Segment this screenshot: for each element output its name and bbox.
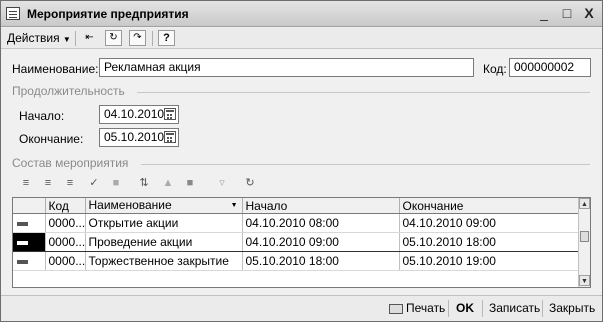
code-label: Код: [483,62,507,76]
refresh-icon[interactable]: ↻ [105,30,122,46]
printer-icon [389,303,403,314]
chevron-down-icon: ▼ [62,35,71,44]
start-date-field[interactable]: 04.10.2010 [99,105,179,124]
print-button-label: Печать [406,301,446,315]
cell-name[interactable]: Торжественное закрытие [85,251,243,271]
column-header-start[interactable]: Начало [242,198,400,214]
column-header-end[interactable]: Окончание [399,198,580,214]
cell-code[interactable]: 0000... [45,251,86,271]
code-field[interactable]: 000000002 [509,58,591,77]
composition-group-title: Состав мероприятия [12,156,129,170]
start-date-value: 04.10.2010 [104,107,165,121]
row-item-icon [17,240,28,245]
row-marker [13,213,46,233]
window-title: Мероприятие предприятия [27,7,189,21]
delete-row-icon[interactable]: ■ [108,176,124,190]
clear-filter-icon[interactable]: ▿ [214,176,230,190]
button-separator [482,300,483,317]
go-to-icon[interactable]: ↷ [129,30,146,46]
close-form-button[interactable]: Закрыть [549,301,595,315]
refresh-list-icon[interactable]: ↻ [242,176,258,190]
cell-code[interactable]: 0000... [45,213,86,233]
table-row[interactable]: 0000... Торжественное закрытие 05.10.201… [13,251,580,271]
events-table: Код Наименование ▼ Начало Окончание 0000… [12,197,591,288]
toolbar: Действия ▼ ⇤ ↻ ↷ ? [1,28,602,49]
cell-start[interactable]: 04.10.2010 09:00 [242,232,400,252]
ok-button[interactable]: OK [456,301,474,315]
scroll-up-icon[interactable]: ▲ [579,198,590,209]
add-row-icon[interactable]: ≡ [18,176,34,190]
actions-menu[interactable]: Действия ▼ [7,31,71,46]
dialog-window: Мероприятие предприятия _ □ X Действия ▼… [0,0,603,322]
table-row-selected[interactable]: 0000... Проведение акции 04.10.2010 09:0… [13,232,580,252]
help-button[interactable]: ? [158,30,175,46]
back-arrow-icon[interactable]: ⇤ [81,30,98,46]
column-header-name[interactable]: Наименование ▼ [85,198,243,214]
group-divider [141,164,590,165]
name-label: Наименование: [12,62,99,76]
cell-name[interactable]: Открытие акции [85,213,243,233]
move-up-icon[interactable]: ▲ [160,176,176,190]
table-row[interactable]: 0000... Открытие акции 04.10.2010 08:00 … [13,213,580,233]
copy-row-icon[interactable]: ≡ [62,176,78,190]
button-separator [448,300,449,317]
cell-end[interactable]: 05.10.2010 19:00 [399,251,580,271]
button-separator [542,300,543,317]
minimize-button[interactable]: _ [536,5,552,21]
cell-end[interactable]: 05.10.2010 18:00 [399,232,580,252]
column-header-code[interactable]: Код [45,198,86,214]
row-marker [13,251,46,271]
close-button[interactable]: X [581,5,597,21]
document-icon [6,7,20,20]
vertical-scrollbar[interactable]: ▲ ▼ [578,198,590,287]
duration-group-title: Продолжительность [12,84,125,98]
calendar-icon[interactable] [164,131,176,143]
end-date-value: 05.10.2010 [104,130,165,144]
end-label: Окончание: [19,132,84,146]
group-divider [137,92,590,93]
title-bar: Мероприятие предприятия _ □ X [1,1,602,27]
sort-down-icon: ▼ [230,202,238,209]
cell-end[interactable]: 04.10.2010 09:00 [399,213,580,233]
edit-row-icon[interactable]: ✓ [86,176,102,190]
sort-icon[interactable]: ⇅ [136,176,152,190]
maximize-button[interactable]: □ [559,5,575,21]
row-item-icon [17,259,28,264]
row-marker-header [13,198,46,214]
scroll-down-icon[interactable]: ▼ [579,275,590,286]
cell-start[interactable]: 04.10.2010 08:00 [242,213,400,233]
column-header-name-label: Наименование [88,198,172,212]
name-field[interactable]: Рекламная акция [99,58,474,77]
end-date-field[interactable]: 05.10.2010 [99,128,179,147]
row-marker [13,232,46,252]
table-header: Код Наименование ▼ Начало Окончание [13,198,580,214]
print-button[interactable]: Печать [389,301,445,315]
toolbar-separator [152,31,153,46]
calendar-icon[interactable] [164,108,176,120]
cell-code[interactable]: 0000... [45,232,86,252]
row-item-icon [17,221,28,226]
start-label: Начало: [19,109,65,123]
bottom-button-bar: Печать OK Записать Закрыть [1,295,602,321]
scroll-thumb[interactable] [580,231,589,242]
actions-menu-label: Действия [7,31,60,45]
cell-name[interactable]: Проведение акции [85,232,243,252]
cell-start[interactable]: 05.10.2010 18:00 [242,251,400,271]
toolbar-separator [75,31,76,46]
save-button[interactable]: Записать [489,301,540,315]
filter-dropdown-icon[interactable]: ■ [182,176,198,190]
add-child-row-icon[interactable]: ≡ [40,176,56,190]
